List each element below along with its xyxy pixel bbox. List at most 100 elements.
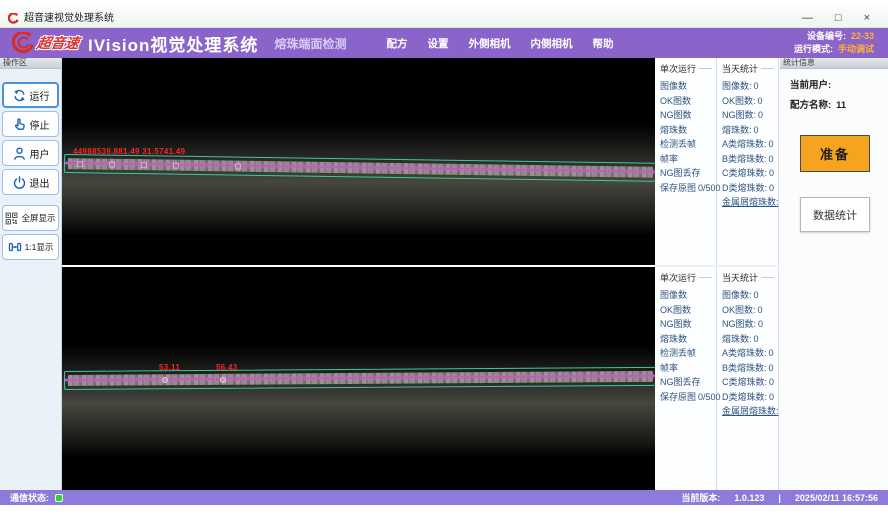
single-run-column: 单次运行 图像数 OK图数 <box>655 58 717 265</box>
menu-item[interactable]: 配方 <box>386 36 407 51</box>
today-stats-column: 当天统计 图像数:0 OK图数:0 <box>717 58 779 265</box>
stat-row: 检测丢帧 <box>660 140 716 149</box>
stop-button[interactable]: 停止 <box>2 111 59 137</box>
stat-row: 帧率 <box>660 155 716 164</box>
window-controls: — □ × <box>802 13 870 24</box>
device-number-row: 设备编号:22-33 <box>794 30 874 43</box>
info-panel: 统计信息 当前用户: 配方名称:11 准备 数据统计 <box>780 58 888 490</box>
stat-label: 金属屑熔珠数: <box>722 197 779 207</box>
menu-item[interactable]: 外侧相机 <box>468 36 510 51</box>
stat-row: C类熔珠数:0 <box>722 169 778 178</box>
stat-row: 检测丢帧 <box>660 349 716 358</box>
main-area: 操作区 运行 停止 <box>0 58 888 490</box>
stat-label: C类熔珠数: <box>722 377 767 387</box>
run-mode-value: 手动调试 <box>838 44 874 54</box>
info-panel-content: 当前用户: 配方名称:11 准备 数据统计 <box>780 69 888 232</box>
stat-label: OK图数 <box>660 305 691 315</box>
measure-tick <box>77 161 83 167</box>
stat-value: 0 <box>769 348 774 358</box>
window-title: 超音速视觉处理系统 <box>24 9 114 24</box>
stats-panel-top: 单次运行 图像数 OK图数 <box>655 58 780 265</box>
user-button[interactable]: 用户 <box>2 140 59 166</box>
stat-row: 熔珠数 <box>660 126 716 135</box>
device-number-label: 设备编号: <box>807 31 846 41</box>
stat-value: 0 <box>758 110 763 120</box>
sidebar: 操作区 运行 停止 <box>0 58 62 490</box>
stat-value: 0 <box>769 392 774 402</box>
stat-row: 保存原图0/500 <box>660 393 716 402</box>
stat-label: OK图数: <box>722 305 756 315</box>
recipe-name-value: 11 <box>836 100 846 111</box>
stat-label: NG图丢存 <box>660 377 701 387</box>
stat-label: OK图数 <box>660 96 691 106</box>
column-title-text: 当天统计 <box>722 271 758 284</box>
one-to-one-icon <box>8 240 22 254</box>
single-run-rows: 图像数 OK图数 NG图数 熔珠数 <box>660 82 716 193</box>
one-to-one-button[interactable]: 1:1显示 <box>2 234 59 260</box>
exit-button-label: 退出 <box>30 175 50 190</box>
fullscreen-button[interactable]: 全屏显示 <box>2 205 59 231</box>
stat-label: D类熔珠数: <box>722 183 767 193</box>
stat-row: A类熔珠数:0 <box>722 349 778 358</box>
current-user-label: 当前用户: <box>790 80 831 91</box>
app-logo-icon <box>8 13 19 24</box>
single-run-title: 单次运行 <box>660 271 716 284</box>
exit-button[interactable]: 退出 <box>2 169 59 195</box>
prepare-button[interactable]: 准备 <box>800 135 870 172</box>
stats-panel-bottom: 单次运行 图像数 OK图数 <box>655 267 780 490</box>
run-button-label: 运行 <box>30 88 50 103</box>
stat-row: B类熔珠数:0 <box>722 364 778 373</box>
stat-row: OK图数 <box>660 97 716 106</box>
stat-label: C类熔珠数: <box>722 168 767 178</box>
stat-label: 帧率 <box>660 154 678 164</box>
stat-label: NG图丢存 <box>660 168 701 178</box>
stat-value: 0 <box>769 377 774 387</box>
statusbar-right: 当前版本: 1.0.123 | 2025/02/11 16:57:56 <box>681 491 878 504</box>
stat-value: 0 <box>758 319 763 329</box>
stat-row: D类熔珠数:0 <box>722 393 778 402</box>
stat-value: 0 <box>758 305 763 315</box>
stat-label: 金属屑熔珠数: <box>722 406 779 416</box>
statusbar-divider: | <box>778 493 781 503</box>
recipe-name-row: 配方名称:11 <box>790 97 880 111</box>
stat-label: A类熔珠数: <box>722 348 767 358</box>
maximize-button[interactable]: □ <box>835 13 842 24</box>
menu-item[interactable]: 内侧相机 <box>530 36 572 51</box>
camera-view-top: 44988539.881.49 31.5741.49 <box>62 58 655 265</box>
stat-row: OK图数:0 <box>722 97 778 106</box>
stat-value: 0 <box>754 81 759 91</box>
stat-row: D类熔珠数:0 <box>722 184 778 193</box>
column-title-text: 当天统计 <box>722 62 758 75</box>
sidebar-title: 操作区 <box>0 58 61 69</box>
comm-status-label: 通信状态: <box>10 491 49 504</box>
today-stats-title: 当天统计 <box>722 271 778 284</box>
stat-label: A类熔珠数: <box>722 139 767 149</box>
single-run-title: 单次运行 <box>660 62 716 75</box>
datetime-value: 2025/02/11 16:57:56 <box>795 493 878 503</box>
titlebar: 超音速视觉处理系统 — □ × <box>0 0 888 28</box>
single-run-rows: 图像数 OK图数 NG图数 熔珠数 <box>660 291 716 402</box>
camera-viewports: 44988539.881.49 31.5741.49 53.11 56.43 <box>62 58 655 490</box>
device-info: 设备编号:22-33 运行模式:手动调试 <box>794 30 874 56</box>
stat-label: B类熔珠数: <box>722 363 767 373</box>
app-title: IVision视觉处理系统 <box>88 31 258 56</box>
stat-row: 保存原图0/500 <box>660 184 716 193</box>
run-button[interactable]: 运行 <box>2 82 59 108</box>
title-rule <box>699 68 712 69</box>
stat-row: 图像数 <box>660 82 716 91</box>
image-glow-band <box>62 345 655 457</box>
defect-marker <box>220 377 226 383</box>
minimize-button[interactable]: — <box>802 13 813 24</box>
menu-item[interactable]: 设置 <box>427 36 448 51</box>
today-stats-rows: 图像数:0 OK图数:0 NG图数:0 熔珠数 <box>722 82 778 207</box>
menu-item[interactable]: 帮助 <box>592 36 613 51</box>
stat-value: 0 <box>769 363 774 373</box>
title-rule <box>761 277 774 278</box>
current-user-row: 当前用户: <box>790 77 880 91</box>
close-button[interactable]: × <box>864 13 870 24</box>
data-statistics-button[interactable]: 数据统计 <box>800 197 870 232</box>
stat-label: NG图数 <box>660 110 692 120</box>
stat-label: 检测丢帧 <box>660 348 696 358</box>
defect-marker <box>162 377 168 383</box>
stat-label: 图像数 <box>660 81 687 91</box>
